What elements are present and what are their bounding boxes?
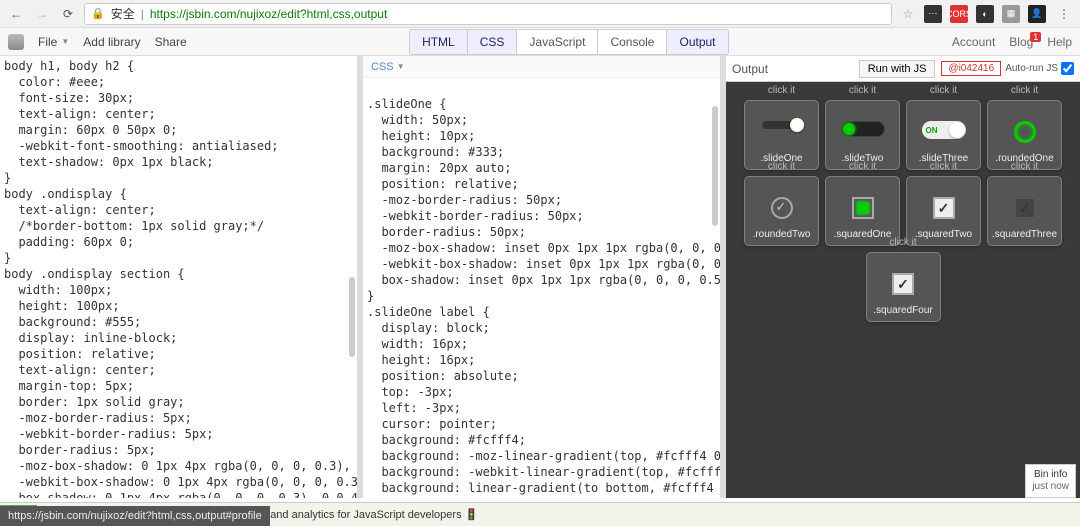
secure-label: 安全 [111, 5, 135, 22]
demo-squaredfour[interactable]: .squaredFour [866, 252, 941, 322]
ext-icon-4[interactable]: ▦ [1002, 5, 1020, 23]
tab-html[interactable]: HTML [409, 29, 468, 55]
avatar-icon[interactable]: 👤 [1028, 5, 1046, 23]
demo-stage: .slideOne .slideTwo ON .slideThree .roun… [726, 82, 1080, 328]
jsbin-toolbar: File▼ Add library Share HTML CSS JavaScr… [0, 28, 1080, 56]
help-link[interactable]: Help [1047, 35, 1072, 49]
lock-icon: 🔒 [91, 7, 105, 20]
demo-roundedone[interactable]: .roundedOne [987, 100, 1062, 170]
extension-icons: ⋯ CORS ◐ ▦ 👤 ⋮ [924, 4, 1074, 24]
html-code-editor[interactable]: body h1, body h2 { color: #eee; font-siz… [0, 56, 357, 498]
output-panel: Output Run with JS @i042416 Auto-run JS … [726, 56, 1080, 498]
demo-roundedtwo[interactable]: .roundedTwo [744, 176, 819, 246]
css-code-editor[interactable]: .slideOne { width: 50px; height: 10px; b… [363, 78, 720, 498]
scrollbar[interactable] [712, 106, 718, 226]
ext-icon-1[interactable]: ⋯ [924, 5, 942, 23]
jsbin-logo-icon[interactable] [8, 34, 24, 50]
back-button[interactable]: ← [6, 4, 26, 24]
blog-badge: 1 [1030, 32, 1041, 42]
tab-css[interactable]: CSS [467, 29, 518, 55]
chevron-down-icon: ▼ [397, 62, 405, 71]
main-area: body h1, body h2 { color: #eee; font-siz… [0, 56, 1080, 498]
auto-run-label: Auto-run JS [1005, 63, 1058, 74]
demo-squaredone[interactable]: .squaredOne [825, 176, 900, 246]
css-panel-header[interactable]: CSS ▼ [363, 56, 720, 78]
output-label: Output [732, 62, 768, 76]
scrollbar[interactable] [349, 277, 355, 357]
css-panel: CSS ▼ .slideOne { width: 50px; height: 1… [363, 56, 726, 498]
auto-run-checkbox[interactable] [1061, 62, 1074, 75]
tab-output[interactable]: Output [666, 29, 728, 55]
add-library-menu[interactable]: Add library [83, 35, 140, 49]
demo-slidethree[interactable]: ON .slideThree [906, 100, 981, 170]
account-link[interactable]: Account [952, 35, 995, 49]
panel-tabs: HTML CSS JavaScript Console Output [410, 29, 728, 55]
file-menu[interactable]: File▼ [38, 35, 69, 49]
reload-button[interactable]: ⟳ [58, 4, 78, 24]
ext-icon-cors[interactable]: CORS [950, 5, 968, 23]
demo-squaredtwo[interactable]: .squaredTwo [906, 176, 981, 246]
status-bar: https://jsbin.com/nujixoz/edit?html,css,… [0, 506, 270, 526]
blog-link[interactable]: Blog 1 [1009, 35, 1033, 49]
bin-info-popup[interactable]: Bin info just now [1025, 464, 1076, 498]
browser-toolbar: ← → ⟳ 🔒 安全 | https://jsbin.com/nujixoz/e… [0, 0, 1080, 28]
forward-button[interactable]: → [32, 4, 52, 24]
address-bar[interactable]: 🔒 安全 | https://jsbin.com/nujixoz/edit?ht… [84, 3, 892, 25]
ext-icon-3[interactable]: ◐ [976, 5, 994, 23]
menu-icon[interactable]: ⋮ [1054, 4, 1074, 24]
output-panel-header: Output Run with JS @i042416 Auto-run JS [726, 56, 1080, 82]
demo-squaredthree[interactable]: .squaredThree [987, 176, 1062, 246]
share-menu[interactable]: Share [155, 35, 187, 49]
url-text: https://jsbin.com/nujixoz/edit?html,css,… [150, 7, 387, 21]
html-panel: body h1, body h2 { color: #eee; font-siz… [0, 56, 363, 498]
user-id-badge[interactable]: @i042416 [941, 61, 1001, 76]
demo-slidetwo[interactable]: .slideTwo [825, 100, 900, 170]
demo-slideone[interactable]: .slideOne [744, 100, 819, 170]
run-with-js-button[interactable]: Run with JS [859, 60, 936, 78]
bookmark-icon[interactable]: ☆ [898, 4, 918, 24]
tab-console[interactable]: Console [597, 29, 667, 55]
tab-js[interactable]: JavaScript [516, 29, 598, 55]
chevron-down-icon: ▼ [61, 37, 69, 46]
